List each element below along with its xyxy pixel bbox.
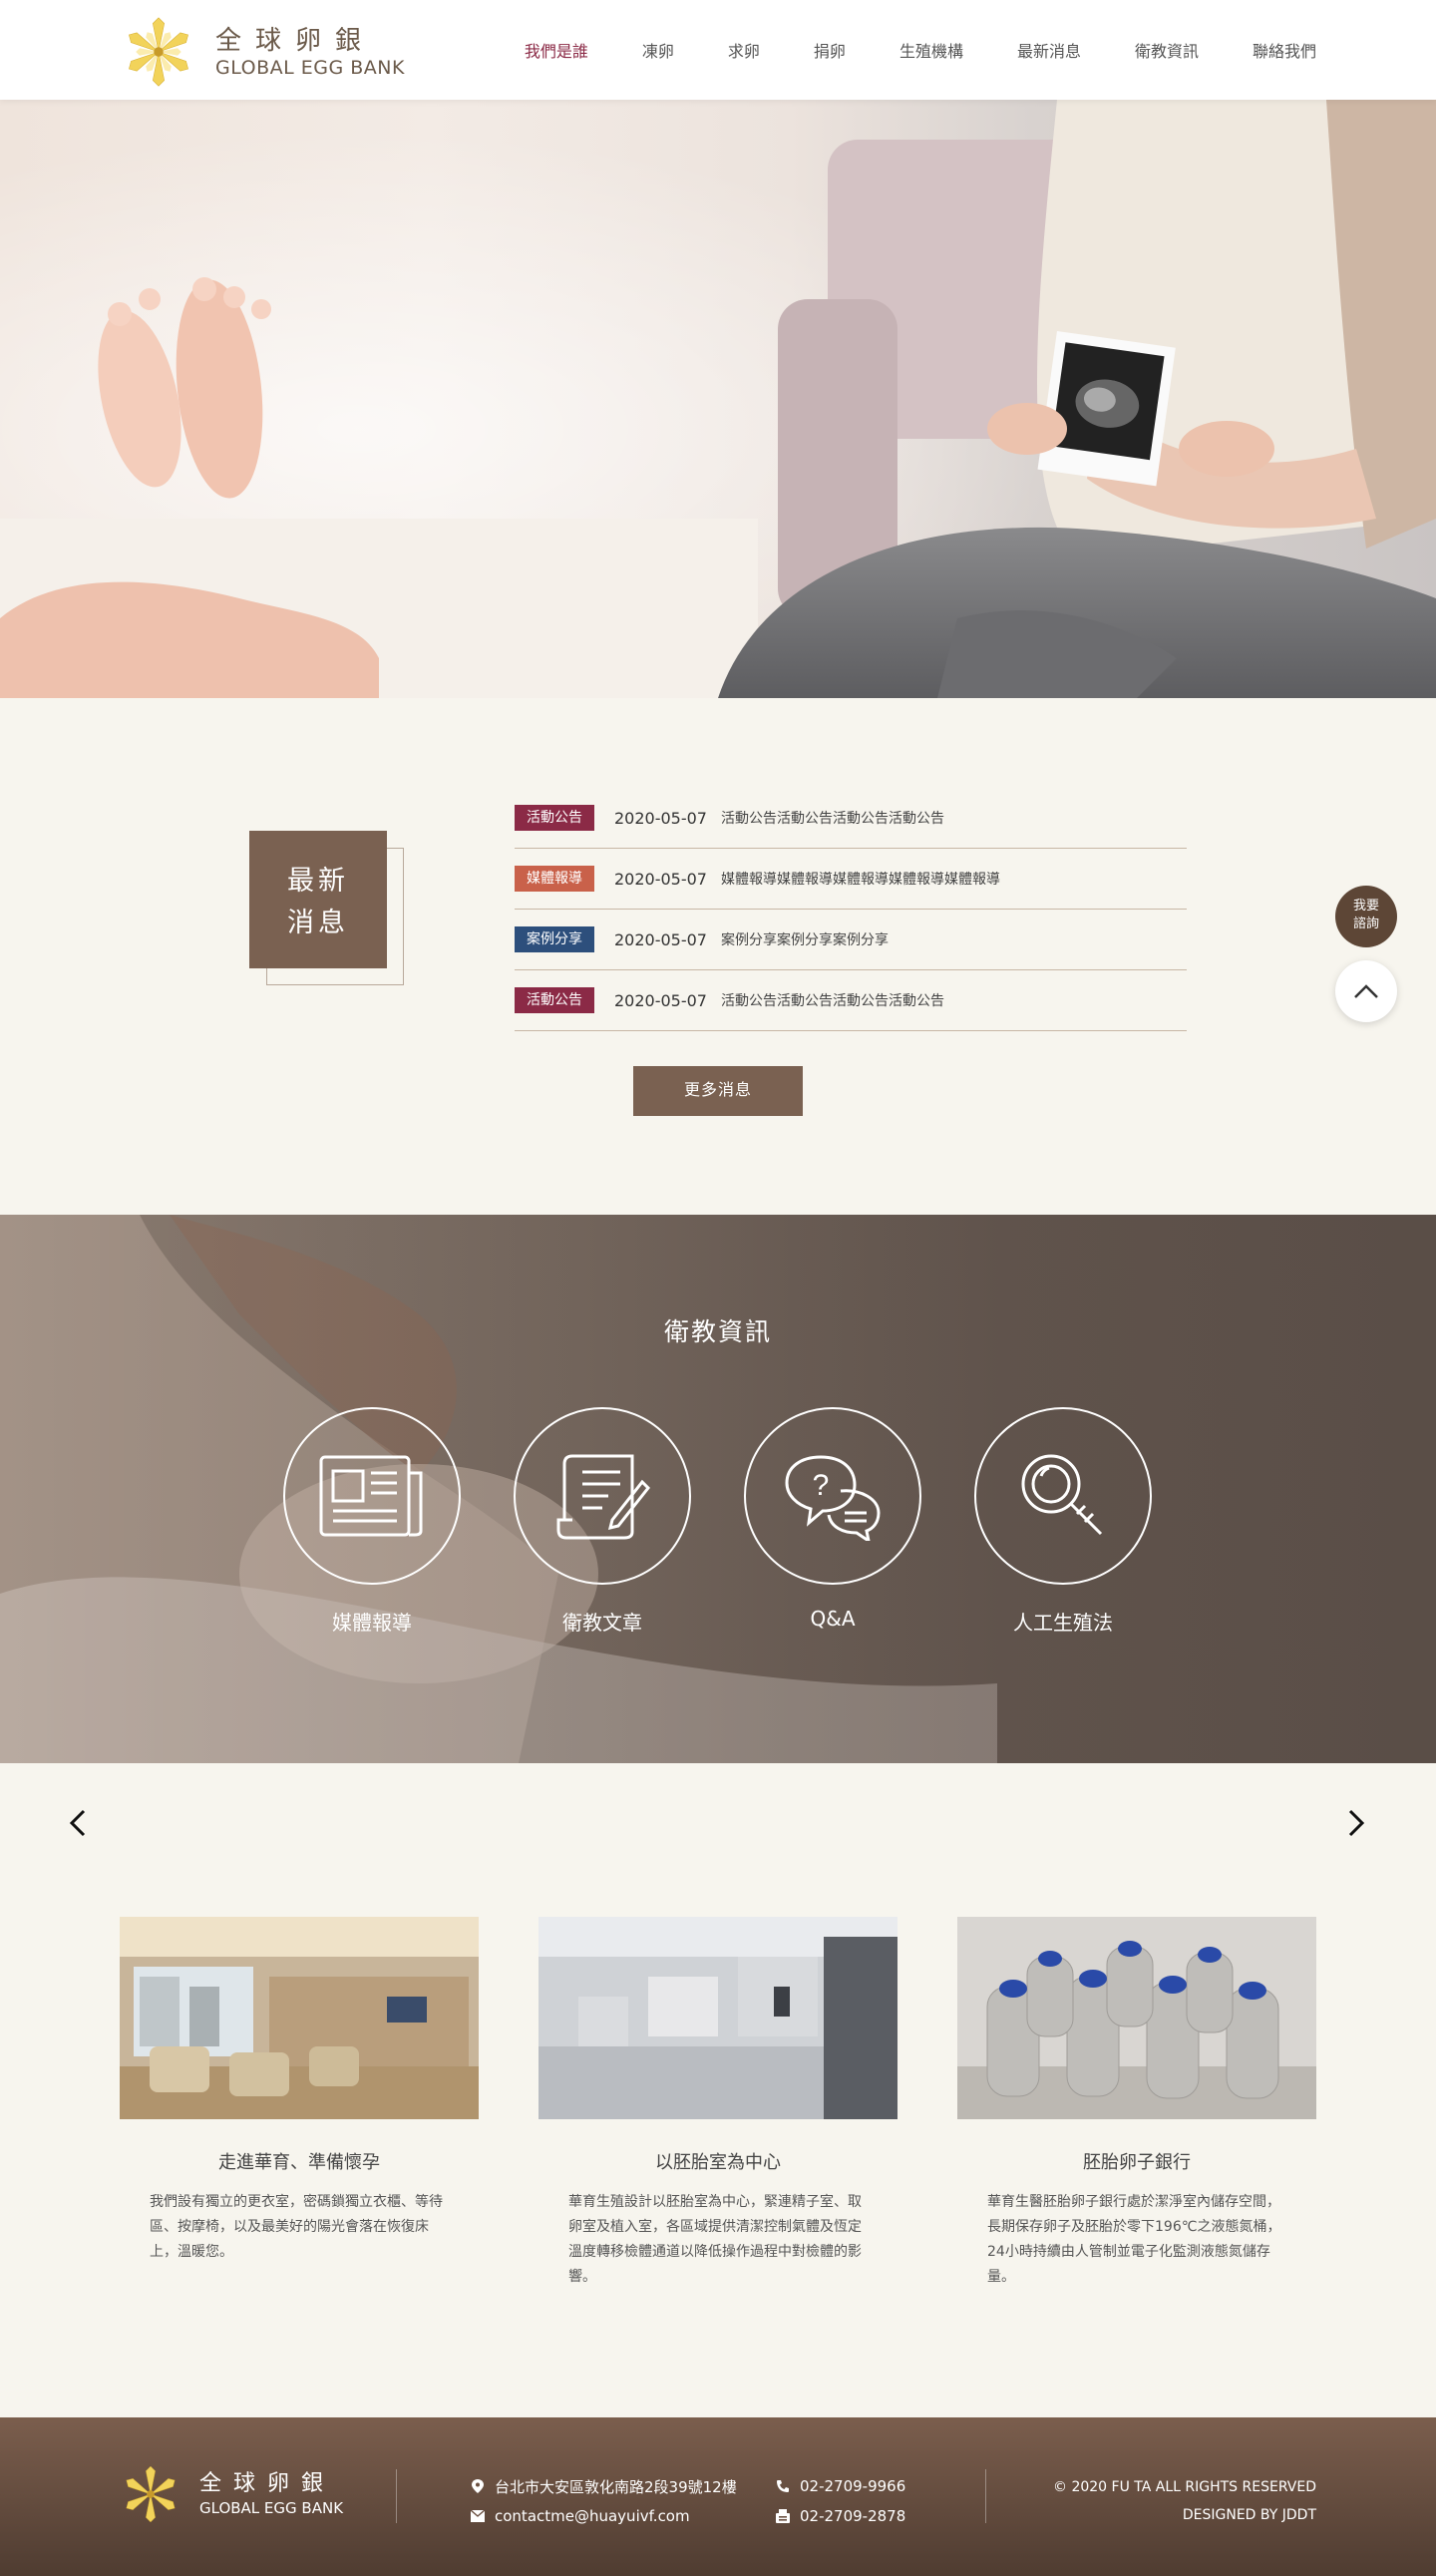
back-to-top-button[interactable]	[1335, 960, 1397, 1022]
tank-storage-photo	[957, 1917, 1316, 2119]
footer-copyright: © 2020 FU TA ALL RIGHTS RESERVED DESIGNE…	[1053, 2473, 1316, 2529]
chevron-up-icon	[1354, 984, 1378, 998]
flower-logo-icon	[129, 17, 188, 87]
health-info-item-qa[interactable]: ? Q&A	[744, 1407, 921, 1636]
health-info-label: Q&A	[810, 1607, 856, 1631]
nav-item-donate-eggs[interactable]: 捐卵	[814, 38, 846, 62]
logo-chinese-name: 全球卵銀	[215, 26, 376, 56]
feature-description: 華育生殖設計以胚胎室為中心，緊連精子室、取卵室及植入室，各區域提供清潔控制氣體及…	[568, 2194, 862, 2285]
newspaper-icon	[319, 1455, 423, 1537]
fax-icon	[776, 2509, 790, 2523]
site-logo[interactable]: 全球卵銀 GLOBAL EGG BANK	[120, 14, 405, 90]
footer-logo-chinese: 全球卵銀	[199, 2471, 336, 2496]
copyright-text: © 2020 FU TA ALL RIGHTS RESERVED	[1053, 2479, 1316, 2495]
consult-label-line1: 我要	[1352, 899, 1379, 914]
news-section-title: 最新 消息	[249, 861, 387, 944]
consult-label-line2: 諮詢	[1352, 917, 1379, 931]
logo-english-name: GLOBAL EGG BANK	[215, 57, 405, 79]
news-tag: 活動公告	[515, 987, 594, 1013]
article-icon	[556, 1454, 651, 1540]
news-title[interactable]: 活動公告活動公告活動公告活動公告	[721, 808, 944, 828]
carousel-next-icon[interactable]	[1340, 1803, 1370, 1843]
news-tag: 案例分享	[515, 926, 594, 952]
news-list: 活動公告 2020-05-07 活動公告活動公告活動公告活動公告 媒體報導 20…	[515, 788, 1187, 1031]
health-info-title: 衛教資訊	[663, 1317, 772, 1346]
feature-title: 胚胎卵子銀行	[1083, 2152, 1191, 2173]
phone-icon	[777, 2480, 789, 2492]
news-title-line2: 消息	[287, 908, 349, 938]
news-section: 最新 消息 活動公告 2020-05-07 活動公告活動公告活動公告活動公告 媒…	[0, 698, 1436, 1215]
health-info-section: 衛教資訊 媒體報導 衛教文章 ? Q&A 人工生殖法	[0, 1215, 1436, 1763]
flower-logo-icon	[126, 2465, 176, 2523]
footer-logo-english: GLOBAL EGG BANK	[199, 2499, 344, 2517]
feature-description: 華育生醫胚胎卵子銀行處於潔淨室內儲存空間，長期保存卵子及胚胎於零下196℃之液態…	[987, 2194, 1281, 2285]
hero-photo	[0, 100, 1436, 698]
news-title-line1: 最新	[287, 866, 349, 897]
footer-divider	[396, 2469, 397, 2523]
lab-photo	[538, 1917, 898, 2119]
news-item[interactable]: 案例分享 2020-05-07 案例分享案例分享案例分享	[515, 910, 1187, 970]
footer-logo[interactable]: 全球卵銀 GLOBAL EGG BANK	[120, 2463, 343, 2525]
feature-card[interactable]: 走進華育、準備懷孕 我們設有獨立的更衣室，密碼鎖獨立衣櫃、等待區、按摩椅，以及最…	[120, 1917, 479, 2265]
mail-icon	[471, 2510, 485, 2522]
nav-item-seek-eggs[interactable]: 求卵	[728, 38, 760, 62]
site-header: 全球卵銀 GLOBAL EGG BANK 我們是誰 凍卵 求卵 捐卵 生殖機構 …	[0, 0, 1436, 100]
health-info-label: 人工生殖法	[1013, 1611, 1113, 1635]
health-info-item-articles[interactable]: 衛教文章	[514, 1407, 691, 1636]
news-title[interactable]: 活動公告活動公告活動公告活動公告	[721, 990, 944, 1010]
nav-item-who-we-are[interactable]: 我們是誰	[525, 38, 588, 62]
footer-divider	[985, 2469, 986, 2523]
news-date: 2020-05-07	[614, 869, 707, 889]
feature-card[interactable]: 胚胎卵子銀行 華育生醫胚胎卵子銀行處於潔淨室內儲存空間，長期保存卵子及胚胎於零下…	[957, 1917, 1316, 2290]
main-nav: 我們是誰 凍卵 求卵 捐卵 生殖機構 最新消息 衛教資訊 聯絡我們	[471, 38, 1316, 62]
feature-card[interactable]: 以胚胎室為中心 華育生殖設計以胚胎室為中心，緊連精子室、取卵室及植入室，各區域提…	[538, 1917, 898, 2290]
lounge-photo	[120, 1917, 479, 2119]
nav-item-health-info[interactable]: 衛教資訊	[1135, 38, 1199, 62]
designer-credit: DESIGNED BY JDDT	[1182, 2507, 1316, 2523]
nav-item-contact-us[interactable]: 聯絡我們	[1253, 38, 1316, 62]
feature-title: 走進華育、準備懷孕	[218, 2152, 380, 2173]
health-info-label: 衛教文章	[562, 1611, 642, 1635]
footer-phone[interactable]: 02-2709-9966	[800, 2477, 905, 2495]
svg-text:?: ?	[813, 1469, 830, 1502]
feature-title: 以胚胎室為中心	[655, 2152, 781, 2173]
footer-contact-address: 台北市大安區敦化南路2段39號12樓 contactme@huayuivf.co…	[471, 2471, 737, 2531]
news-tag: 活動公告	[515, 805, 594, 831]
consult-button[interactable]: 我要 諮詢	[1335, 886, 1397, 947]
footer-address: 台北市大安區敦化南路2段39號12樓	[495, 2477, 737, 2496]
health-info-item-media[interactable]: 媒體報導	[283, 1407, 461, 1636]
footer-fax: 02-2709-2878	[800, 2507, 906, 2525]
health-info-item-law[interactable]: 人工生殖法	[974, 1407, 1152, 1636]
map-pin-icon	[472, 2479, 484, 2493]
news-item[interactable]: 活動公告 2020-05-07 活動公告活動公告活動公告活動公告	[515, 970, 1187, 1031]
hero-banner	[0, 100, 1436, 698]
news-date: 2020-05-07	[614, 808, 707, 828]
more-news-button[interactable]: 更多消息	[633, 1066, 803, 1116]
news-title[interactable]: 媒體報導媒體報導媒體報導媒體報導媒體報導	[721, 869, 1000, 889]
footer-contact-phone: 02-2709-9966 02-2709-2878	[776, 2471, 905, 2531]
site-footer: 全球卵銀 GLOBAL EGG BANK 台北市大安區敦化南路2段39號12樓 …	[0, 2417, 1436, 2576]
news-tag: 媒體報導	[515, 866, 594, 892]
nav-item-latest-news[interactable]: 最新消息	[1017, 38, 1081, 62]
features-section: 走進華育、準備懷孕 我們設有獨立的更衣室，密碼鎖獨立衣櫃、等待區、按摩椅，以及最…	[0, 1763, 1436, 2417]
health-info-label: 媒體報導	[332, 1611, 412, 1635]
news-date: 2020-05-07	[614, 990, 707, 1010]
news-title[interactable]: 案例分享案例分享案例分享	[721, 929, 889, 949]
feature-description: 我們設有獨立的更衣室，密碼鎖獨立衣櫃、等待區、按摩椅，以及最美好的陽光會落在恢復…	[150, 2194, 443, 2260]
magnifier-icon	[1021, 1454, 1103, 1536]
footer-email[interactable]: contactme@huayuivf.com	[495, 2507, 690, 2525]
news-item[interactable]: 媒體報導 2020-05-07 媒體報導媒體報導媒體報導媒體報導媒體報導	[515, 849, 1187, 910]
nav-item-egg-freezing[interactable]: 凍卵	[642, 38, 674, 62]
carousel-prev-icon[interactable]	[64, 1803, 94, 1843]
news-date: 2020-05-07	[614, 929, 707, 949]
news-item[interactable]: 活動公告 2020-05-07 活動公告活動公告活動公告活動公告	[515, 788, 1187, 849]
qa-icon: ?	[785, 1455, 881, 1541]
nav-item-institutions[interactable]: 生殖機構	[899, 38, 963, 62]
